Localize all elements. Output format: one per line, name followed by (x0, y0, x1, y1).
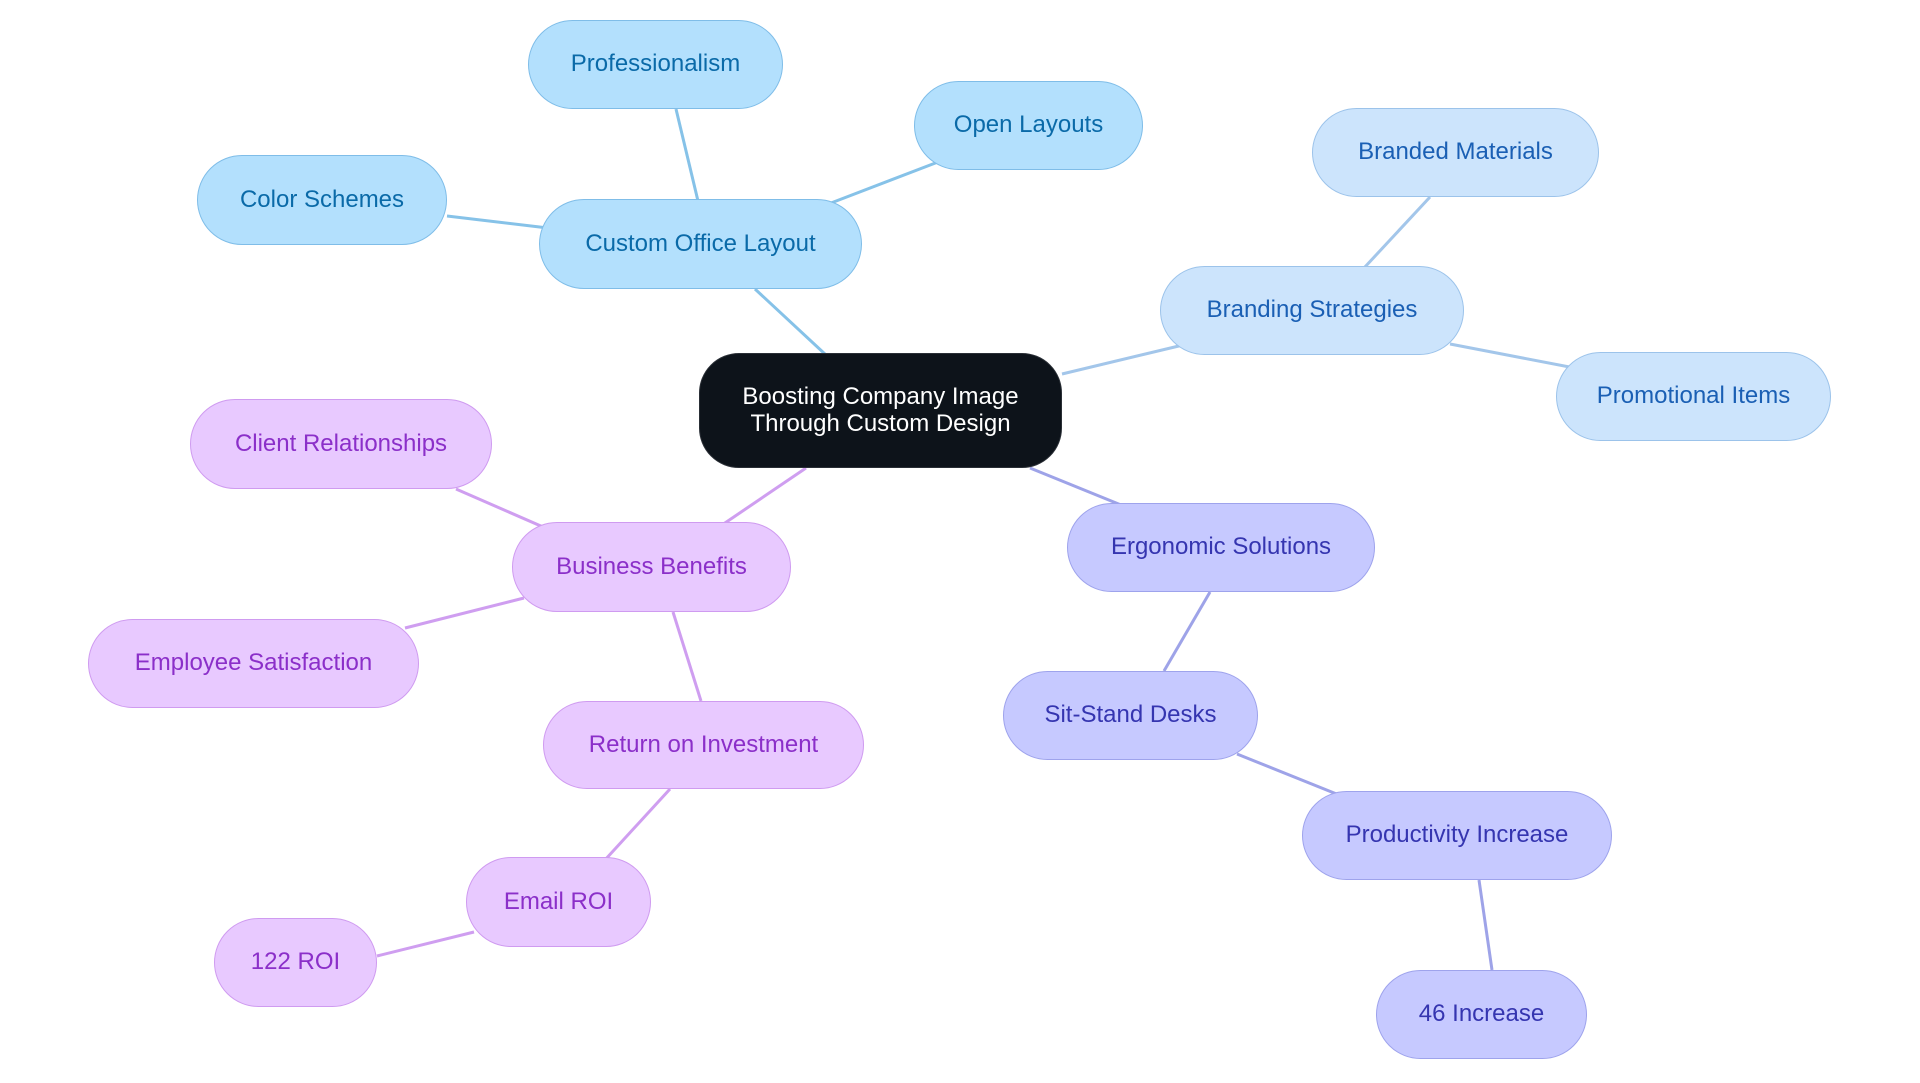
node-label: Return on Investment (588, 730, 819, 758)
node-label: 46 Increase (1418, 1000, 1545, 1028)
edge-custom-office-layout-open-layouts (830, 160, 939, 205)
node-label: Branded Materials (1358, 138, 1553, 166)
node-label: Open Layouts (953, 111, 1104, 139)
node-label: Employee Satisfaction (134, 649, 373, 677)
node-label: Sit-Stand Desks (1044, 701, 1217, 729)
node-color-schemes[interactable]: Color Schemes (197, 155, 447, 245)
node-promotional-items[interactable]: Promotional Items (1556, 352, 1831, 441)
node-label: Email ROI (503, 887, 614, 915)
node-label: Ergonomic Solutions (1110, 533, 1332, 561)
edge-branding-strategies-branded-materials (1362, 195, 1432, 270)
node-return-on-investment[interactable]: Return on Investment (543, 701, 864, 789)
node-business-benefits[interactable]: Business Benefits (512, 522, 791, 612)
node-label: Business Benefits (556, 552, 747, 580)
node-sit-stand-desks[interactable]: Sit-Stand Desks (1003, 671, 1258, 760)
edge-root-ergonomic-solutions (1029, 466, 1127, 509)
edge-custom-office-layout-professionalism (674, 108, 700, 202)
node-label: Custom Office Layout (585, 229, 816, 257)
edge-root-custom-office-layout (753, 287, 828, 357)
node-label: Professionalism (570, 50, 741, 78)
edge-root-business-benefits (721, 466, 807, 527)
node-custom-office-layout[interactable]: Custom Office Layout (539, 199, 862, 289)
edge-root-branding-strategies (1061, 343, 1184, 376)
node-label: 122 ROI (250, 948, 341, 976)
node-productivity-increase[interactable]: Productivity Increase (1302, 791, 1612, 880)
node-122-roi[interactable]: 122 ROI (214, 918, 377, 1007)
edge-custom-office-layout-color-schemes (446, 214, 549, 230)
edge-business-benefits-client-relationships (455, 487, 551, 532)
edge-business-benefits-return-on-investment (671, 611, 703, 702)
node-label: Client Relationships (234, 429, 448, 457)
node-email-roi[interactable]: Email ROI (466, 857, 651, 947)
node-label: Productivity Increase (1345, 821, 1569, 849)
node-open-layouts[interactable]: Open Layouts (914, 81, 1143, 170)
edge-ergonomic-solutions-sit-stand-desks (1162, 591, 1212, 672)
node-branded-materials[interactable]: Branded Materials (1312, 108, 1599, 197)
node-ergonomic-solutions[interactable]: Ergonomic Solutions (1067, 503, 1375, 592)
node-label: Promotional Items (1596, 382, 1791, 410)
node-branding-strategies[interactable]: Branding Strategies (1160, 266, 1464, 355)
root-node[interactable]: Boosting Company Image Through Custom De… (699, 353, 1062, 468)
node-label: Color Schemes (239, 185, 405, 213)
node-client-relationships[interactable]: Client Relationships (190, 399, 492, 489)
node-employee-satisfaction[interactable]: Employee Satisfaction (88, 619, 419, 708)
node-label: Branding Strategies (1206, 296, 1418, 324)
edge-return-on-investment-email-roi (602, 787, 672, 863)
edge-branding-strategies-promotional-items (1449, 342, 1581, 371)
edge-email-roi-122-roi (376, 930, 475, 958)
edge-productivity-increase-46-increase (1477, 879, 1494, 971)
node-professionalism[interactable]: Professionalism (528, 20, 783, 109)
root-node-label: Boosting Company Image Through Custom De… (742, 383, 1019, 437)
edge-business-benefits-employee-satisfaction (404, 596, 525, 630)
node-46-increase[interactable]: 46 Increase (1376, 970, 1587, 1059)
